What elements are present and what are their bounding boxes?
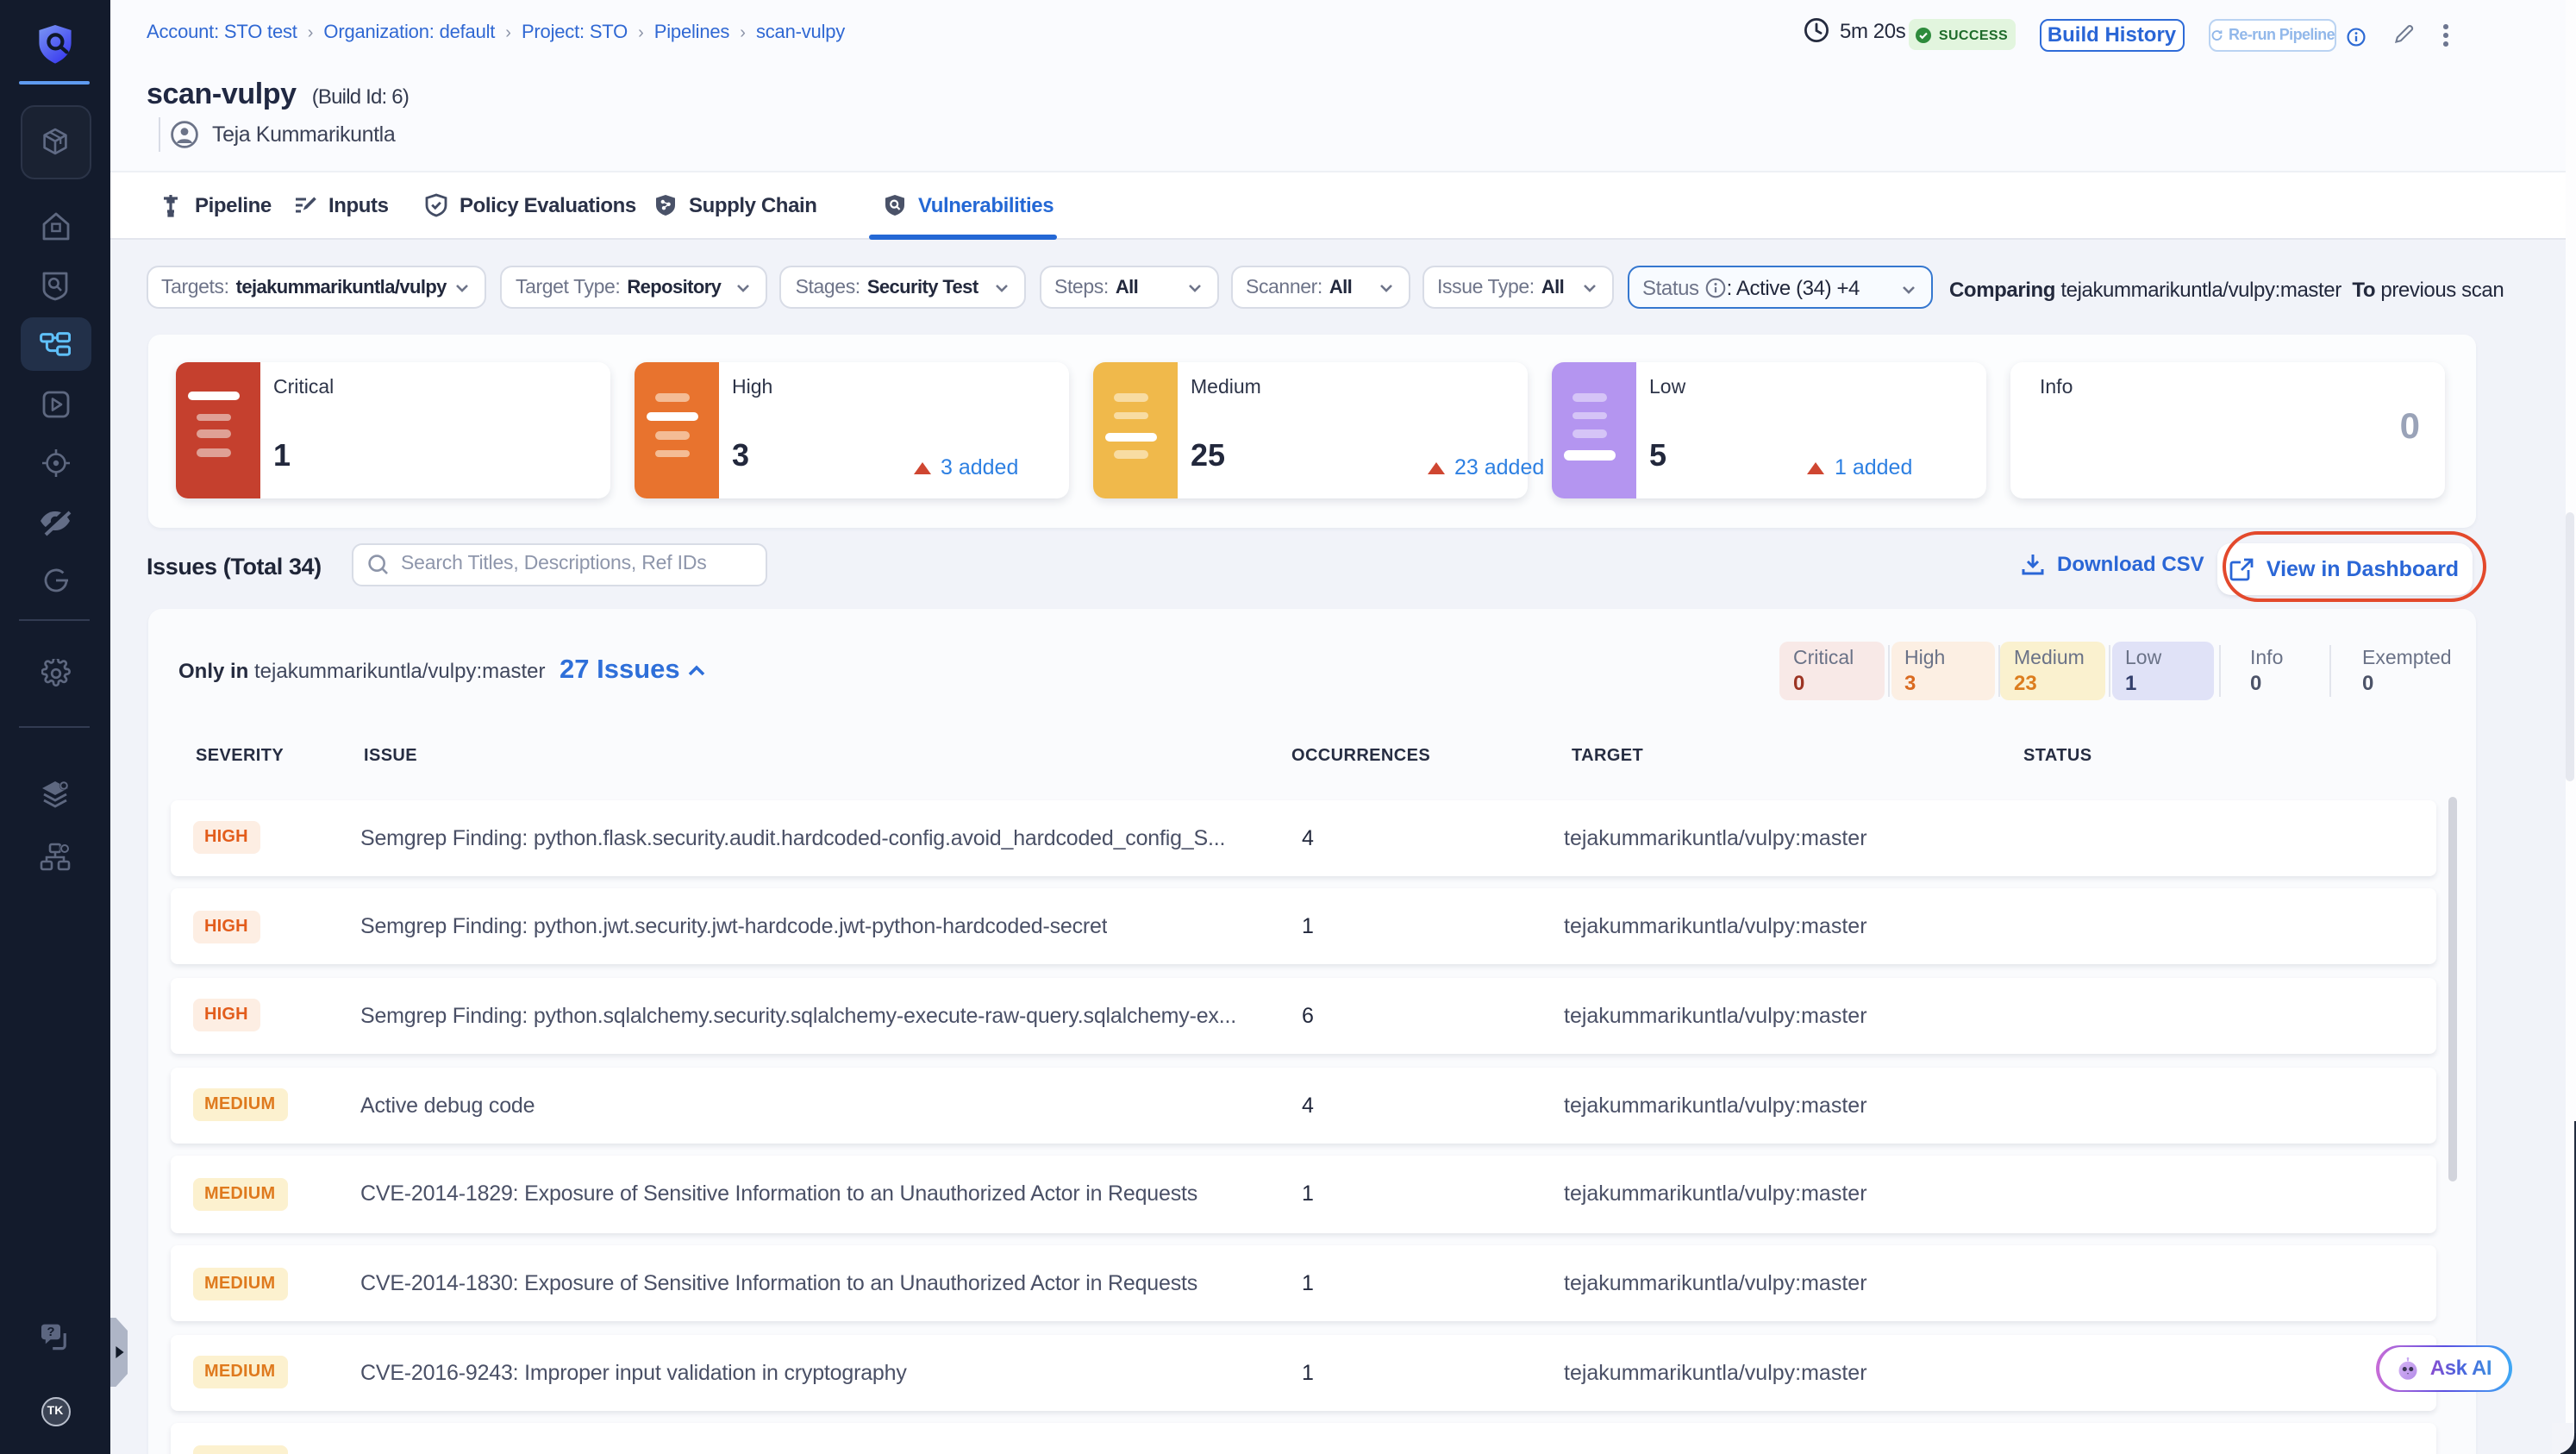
- svg-text:?: ?: [47, 1324, 54, 1338]
